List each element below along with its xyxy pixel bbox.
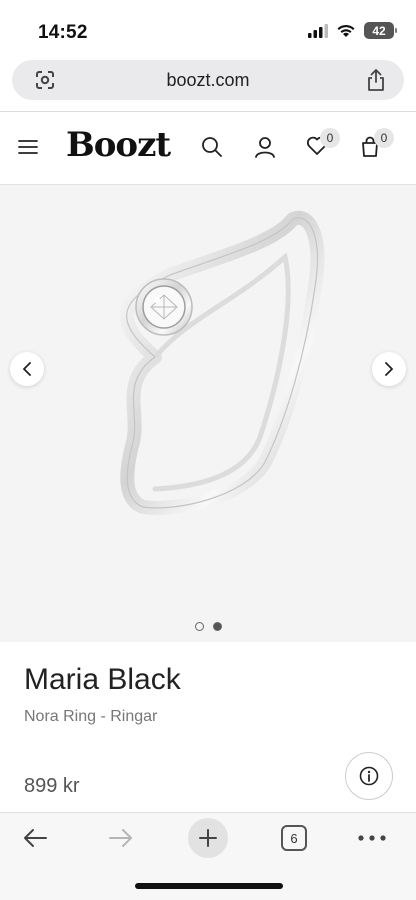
- plus-icon: [199, 829, 217, 847]
- cart-button[interactable]: 0: [360, 128, 394, 163]
- gallery-dot-active[interactable]: [212, 622, 222, 631]
- more-icon[interactable]: [358, 835, 386, 841]
- product-gallery[interactable]: [0, 185, 416, 642]
- menu-icon[interactable]: [18, 139, 38, 155]
- site-header: Boozt 0 0: [0, 112, 416, 184]
- site-logo[interactable]: Boozt: [66, 125, 171, 165]
- product-price: 899 kr: [24, 775, 80, 797]
- wishlist-count-badge: 0: [320, 128, 340, 148]
- product-image[interactable]: [95, 207, 335, 527]
- product-brand[interactable]: Maria Black: [24, 663, 181, 697]
- cellular-signal-icon: [308, 23, 328, 38]
- address-bar[interactable]: boozt.com: [12, 60, 404, 100]
- next-image-button[interactable]: [372, 352, 406, 386]
- share-icon[interactable]: [366, 68, 386, 92]
- forward-icon[interactable]: [108, 828, 134, 848]
- battery-indicator: 42: [364, 22, 397, 39]
- gallery-pagination: [0, 622, 416, 631]
- chevron-left-icon: [23, 362, 31, 376]
- new-tab-button[interactable]: [188, 818, 228, 858]
- product-name: Nora Ring - Ringar: [24, 708, 158, 725]
- url-text[interactable]: boozt.com: [12, 70, 404, 91]
- cart-count-badge: 0: [374, 128, 394, 148]
- wifi-icon: [337, 24, 355, 37]
- status-time: 14:52: [38, 22, 88, 43]
- account-icon[interactable]: [254, 136, 276, 158]
- status-icons: 42: [308, 22, 397, 39]
- search-icon[interactable]: [201, 136, 223, 158]
- chevron-right-icon: [385, 362, 393, 376]
- home-indicator[interactable]: [135, 883, 283, 889]
- status-bar: 14:52 42: [0, 0, 416, 58]
- gallery-dot[interactable]: [194, 622, 204, 631]
- previous-image-button[interactable]: [10, 352, 44, 386]
- back-icon[interactable]: [22, 828, 48, 848]
- wishlist-button[interactable]: 0: [306, 128, 340, 161]
- info-button[interactable]: [345, 752, 393, 800]
- info-icon: [359, 766, 379, 786]
- tabs-button[interactable]: 6: [281, 825, 307, 851]
